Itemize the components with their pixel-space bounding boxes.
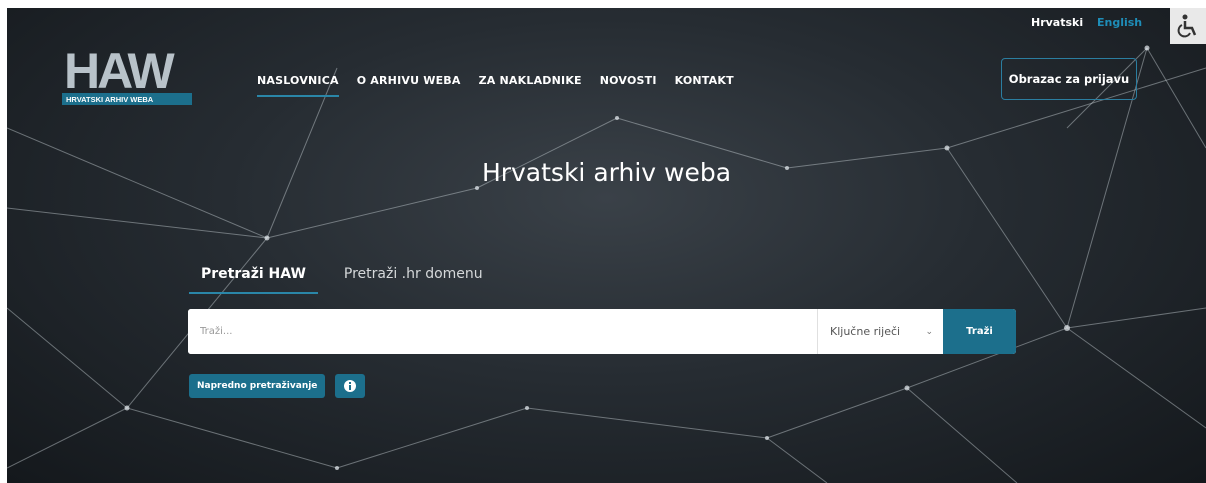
chevron-down-icon: ⌄ [925,326,933,337]
search-type-value: Ključne riječi [830,325,901,338]
advanced-search-button[interactable]: Napredno pretraživanje [189,374,326,398]
nav-za-nakladnike[interactable]: ZA NAKLADNIKE [479,74,582,97]
logo-text: HAW [64,46,175,99]
nav-kontakt[interactable]: KONTAKT [675,74,734,97]
nav-naslovnica[interactable]: NASLOVNICA [257,74,339,97]
lang-english[interactable]: English [1097,16,1142,29]
hero-banner: HAW HRVATSKI ARHIV WEBA NASLOVNICA O ARH… [7,8,1206,483]
search-bar: Ključne riječi ⌄ Traži [188,309,1016,354]
search-button[interactable]: Traži [943,309,1016,354]
nav-novosti[interactable]: NOVOSTI [600,74,657,97]
search-tabs: Pretraži HAW Pretraži .hr domenu [189,264,495,294]
language-switcher: Hrvatski English [1031,16,1142,29]
wheelchair-icon [1177,14,1197,38]
search-type-select[interactable]: Ključne riječi ⌄ [817,309,943,354]
haw-logo[interactable]: HAW HRVATSKI ARHIV WEBA [62,46,192,110]
main-nav: NASLOVNICA O ARHIVU WEBA ZA NAKLADNIKE N… [257,74,734,97]
nav-o-arhivu-weba[interactable]: O ARHIVU WEBA [357,74,461,97]
search-input[interactable] [188,309,817,354]
info-button[interactable] [335,374,365,398]
info-icon [344,380,356,392]
tab-search-hr-domain[interactable]: Pretraži .hr domenu [332,264,495,294]
page-title: Hrvatski arhiv weba [481,158,732,187]
lang-hrvatski[interactable]: Hrvatski [1031,16,1083,29]
tab-search-haw[interactable]: Pretraži HAW [189,264,318,294]
registration-form-button[interactable]: Obrazac za prijavu [1001,58,1137,100]
accessibility-button[interactable] [1170,8,1206,44]
logo-subtitle: HRVATSKI ARHIV WEBA [66,95,154,104]
